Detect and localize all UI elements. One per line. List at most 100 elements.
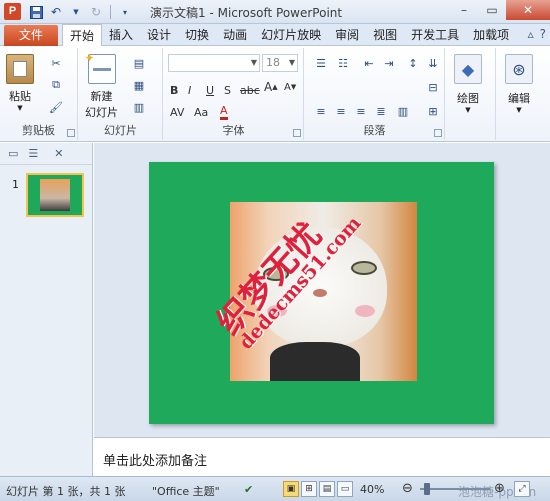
bold-button[interactable]: B xyxy=(170,82,178,98)
increase-indent-icon[interactable]: ⇥ xyxy=(381,56,397,70)
tab-slideshow[interactable]: 幻灯片放映 xyxy=(254,24,328,46)
font-color-button[interactable]: A xyxy=(220,104,228,120)
font-name-dropdown-icon: ▼ xyxy=(250,58,257,67)
font-size-combo[interactable]: 18 ▼ xyxy=(262,54,298,72)
drawing-dropdown-icon: ▼ xyxy=(465,106,471,114)
theme-name[interactable]: "Office 主题" xyxy=(152,483,220,499)
align-right-icon[interactable]: ≡ xyxy=(353,104,369,118)
decrease-indent-icon[interactable]: ⇤ xyxy=(361,56,377,70)
paste-label: 粘贴 xyxy=(9,90,31,103)
justify-icon[interactable]: ≣ xyxy=(373,104,389,118)
slide-thumbnail[interactable] xyxy=(26,173,84,217)
tab-view[interactable]: 视图 xyxy=(366,24,404,46)
layout-icon[interactable]: ▤ xyxy=(131,56,147,70)
strikethrough-button[interactable]: abc xyxy=(240,82,260,98)
close-panel-icon[interactable]: ✕ xyxy=(54,147,63,160)
quick-access-toolbar: ↶ ▼ ↻ ▾ xyxy=(28,4,133,20)
text-direction-icon[interactable]: ⇊ xyxy=(425,56,441,70)
customize-qat-icon[interactable]: ▾ xyxy=(117,4,133,20)
slide-info: 幻灯片 第 1 张，共 1 张 xyxy=(6,485,126,498)
zoom-out-icon[interactable]: ⊖ xyxy=(402,481,413,496)
fit-to-window-icon[interactable]: ⤢ xyxy=(514,481,530,497)
slide-canvas[interactable]: 织梦无忧 dedecms51.com xyxy=(149,162,494,424)
drawing-group: ◆ 绘图 ▼ xyxy=(446,48,496,140)
underline-button[interactable]: U xyxy=(206,82,214,98)
minimize-icon[interactable]: – xyxy=(450,0,478,20)
font-dialog-launcher[interactable] xyxy=(293,129,301,137)
drawing-button[interactable]: ◆ 绘图 ▼ xyxy=(454,54,482,114)
tab-file[interactable]: 文件 xyxy=(4,25,58,46)
italic-button[interactable]: I xyxy=(188,82,191,98)
cut-icon[interactable]: ✂ xyxy=(48,56,64,70)
drawing-label: 绘图 xyxy=(457,92,479,105)
undo-icon[interactable]: ↶ xyxy=(48,4,64,20)
reading-view-icon[interactable]: ▤ xyxy=(319,481,335,497)
paste-button[interactable]: 粘贴 ▼ xyxy=(6,54,34,112)
grow-font-button[interactable]: A ▲ xyxy=(264,79,278,95)
copy-icon[interactable]: ⧉ xyxy=(48,78,64,92)
tab-animations[interactable]: 动画 xyxy=(216,24,254,46)
save-icon[interactable] xyxy=(28,4,44,20)
numbering-icon[interactable]: ☷ xyxy=(335,56,351,70)
help-icon[interactable]: ? xyxy=(540,27,546,41)
new-slide-label-1: 新建 xyxy=(90,90,113,103)
format-painter-icon[interactable]: 🖌 xyxy=(48,100,64,114)
minimize-ribbon-icon[interactable]: ▵ xyxy=(528,27,534,41)
normal-view-icon[interactable]: ▣ xyxy=(283,481,299,497)
tab-transitions[interactable]: 切换 xyxy=(178,24,216,46)
new-slide-button[interactable]: ✦ 新建 幻灯片 xyxy=(85,51,119,120)
slideshow-icon[interactable]: ▭ xyxy=(337,481,353,497)
char-spacing-button[interactable]: AV xyxy=(170,104,184,120)
close-icon[interactable]: ✕ xyxy=(506,0,550,20)
font-size-dropdown-icon: ▼ xyxy=(288,58,295,67)
columns-icon[interactable]: ▥ xyxy=(395,104,411,118)
cat-nose xyxy=(313,289,327,297)
cat-eye-right xyxy=(351,261,377,275)
spellcheck-icon[interactable]: ✔ xyxy=(244,483,253,496)
notes-placeholder[interactable]: 单击此处添加备注 xyxy=(103,450,207,469)
reset-icon[interactable]: ▦ xyxy=(131,78,147,92)
zoom-slider-thumb[interactable] xyxy=(424,483,430,495)
paste-dropdown-icon: ▼ xyxy=(17,104,23,112)
window-title: 演示文稿1 - Microsoft PowerPoint xyxy=(150,6,343,20)
dropdown-arrow-icon[interactable]: ▼ xyxy=(68,4,84,20)
slide-editing-area: 织梦无忧 dedecms51.com xyxy=(94,143,550,437)
tab-insert[interactable]: 插入 xyxy=(102,24,140,46)
tab-addins[interactable]: 加载项 xyxy=(466,24,516,46)
maximize-icon[interactable]: ▭ xyxy=(478,0,506,20)
editing-dropdown-icon: ▼ xyxy=(516,106,522,114)
paste-icon xyxy=(6,54,34,84)
outline-tab-icon[interactable]: ☰ xyxy=(28,147,38,160)
tab-home[interactable]: 开始 xyxy=(62,24,103,47)
notes-pane[interactable]: 单击此处添加备注 xyxy=(94,437,550,476)
align-text-icon[interactable]: ⊟ xyxy=(425,80,441,94)
shrink-font-button[interactable]: A ▼ xyxy=(284,79,296,95)
powerpoint-app-icon[interactable]: P xyxy=(4,3,21,20)
smartart-icon[interactable]: ⊞ xyxy=(425,104,441,118)
tab-design[interactable]: 设计 xyxy=(140,24,178,46)
editing-button[interactable]: ⊛ 编辑 ▼ xyxy=(505,54,533,114)
redo-icon[interactable]: ↻ xyxy=(88,4,104,20)
clipboard-group-label: 剪贴板 xyxy=(22,124,55,137)
paragraph-group: ☰ ☷ ⇤ ⇥ ↕ ⇊ ≡ ≡ ≡ ≣ ▥ ⊟ ⊞ 段落 xyxy=(305,48,445,140)
clipboard-dialog-launcher[interactable] xyxy=(67,129,75,137)
shapes-icon: ◆ xyxy=(454,54,482,84)
section-icon[interactable]: ▥ xyxy=(131,100,147,114)
slide-sorter-icon[interactable]: ⊞ xyxy=(301,481,317,497)
change-case-button[interactable]: Aa xyxy=(194,104,208,120)
align-left-icon[interactable]: ≡ xyxy=(313,104,329,118)
paragraph-dialog-launcher[interactable] xyxy=(434,129,442,137)
font-name-combo[interactable]: ▼ xyxy=(168,54,260,72)
tab-developer[interactable]: 开发工具 xyxy=(404,24,466,46)
shadow-button[interactable]: S xyxy=(224,82,231,98)
line-spacing-icon[interactable]: ↕ xyxy=(405,56,421,70)
tab-review[interactable]: 审阅 xyxy=(328,24,366,46)
align-center-icon[interactable]: ≡ xyxy=(333,104,349,118)
slides-panel: ▭ ☰ ✕ 1 xyxy=(0,143,93,476)
zoom-level[interactable]: 40% xyxy=(360,483,384,496)
slides-tab-icon[interactable]: ▭ xyxy=(8,147,18,160)
cat-body xyxy=(270,342,360,381)
zoom-in-icon[interactable]: ⊕ xyxy=(494,481,505,496)
slide-number: 1 xyxy=(12,178,19,191)
bullets-icon[interactable]: ☰ xyxy=(313,56,329,70)
